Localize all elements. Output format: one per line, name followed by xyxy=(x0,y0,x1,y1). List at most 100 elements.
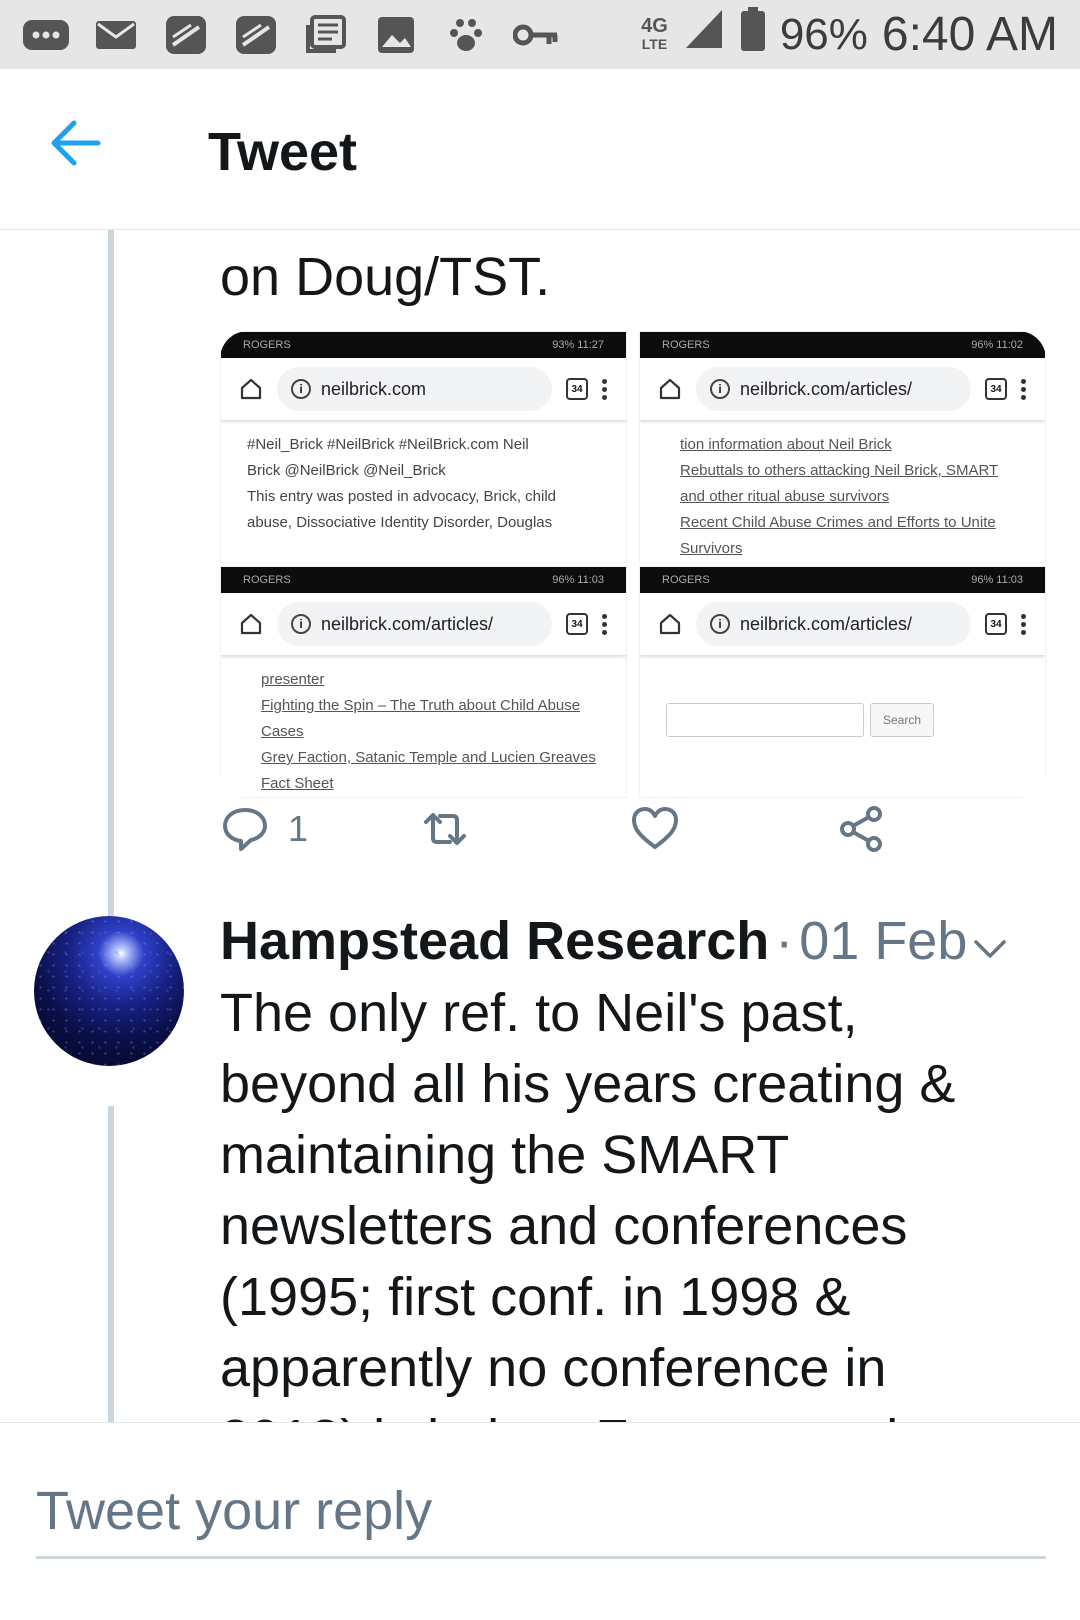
tweet-options-button[interactable] xyxy=(968,926,1012,970)
screenshot-text: This entry was posted in advocacy, Brick… xyxy=(247,488,557,505)
screenshot-content: tion information about Neil Brick Rebutta… xyxy=(640,420,1045,562)
url-text: neilbrick.com xyxy=(321,378,427,399)
thread-connector xyxy=(108,1106,114,1471)
tab-count: 34 xyxy=(566,613,588,635)
page-title: Tweet xyxy=(208,122,358,182)
screenshot-search-form: Search xyxy=(666,703,1019,737)
blackberry-icon xyxy=(232,15,280,55)
reply-input[interactable] xyxy=(36,1465,1046,1559)
battery-level: 96% xyxy=(779,9,868,59)
screenshot-content: presenter Fighting the Spin – The Truth a… xyxy=(221,655,626,797)
screenshot-status-bar: ROGERS 96% 11:02 xyxy=(640,332,1045,358)
retweet-icon xyxy=(424,813,466,845)
tweet-image[interactable]: ROGERS 93% 11:27 i neilbrick.com 34 #Neil_Bri… xyxy=(220,331,627,563)
screenshot-link: Cases xyxy=(261,723,304,740)
home-icon xyxy=(240,613,262,635)
share-button[interactable] xyxy=(836,804,886,854)
info-icon: i xyxy=(710,614,730,634)
screenshot-carrier: ROGERS xyxy=(662,574,710,586)
screenshot-url: i neilbrick.com/articles/ xyxy=(277,602,552,646)
tab-count: 34 xyxy=(985,378,1007,400)
screenshot-link: Fact Sheet xyxy=(261,775,334,792)
screenshot-search-button: Search xyxy=(870,703,934,737)
screenshot-status-bar: ROGERS 96% 11:03 xyxy=(640,567,1045,593)
like-button[interactable] xyxy=(630,804,680,854)
heart-icon xyxy=(632,807,678,849)
screenshot-link: tion information about Neil Brick xyxy=(680,436,892,453)
kebab-menu-icon xyxy=(1021,378,1027,400)
screenshot-carrier: ROGERS xyxy=(243,574,291,586)
kebab-menu-icon xyxy=(1021,613,1027,635)
thread-connector xyxy=(108,230,114,920)
screenshot-status-bar: ROGERS 93% 11:27 xyxy=(221,332,626,358)
screenshot-text: Brick @NeilBrick @Neil_Brick xyxy=(247,462,446,479)
battery-icon xyxy=(740,7,766,62)
screenshot-link: Survivors xyxy=(680,540,743,557)
more-icon xyxy=(22,15,70,55)
kebab-menu-icon xyxy=(602,378,608,400)
screenshot-url: i neilbrick.com/articles/ xyxy=(696,367,971,411)
network-indicator: 4G LTE xyxy=(641,14,668,53)
screenshot-text: abuse, Dissociative Identity Disorder, D… xyxy=(247,514,553,531)
screenshot-url: i neilbrick.com/articles/ xyxy=(696,602,971,646)
screenshot-link: presenter xyxy=(261,671,325,688)
arrow-left-icon xyxy=(51,120,101,166)
screenshot-battery-time: 96% 11:02 xyxy=(971,339,1023,351)
screenshot-battery-time: 93% 11:27 xyxy=(552,339,604,351)
back-button[interactable] xyxy=(50,119,114,179)
chevron-down-icon xyxy=(974,940,1006,958)
status-bar: 4G LTE 96% 6:40 AM xyxy=(0,0,1080,69)
tweet-image[interactable]: ROGERS 96% 11:03 i neilbrick.com/articles/3… xyxy=(639,566,1046,798)
screenshot-url-bar: i neilbrick.com/articles/34 xyxy=(221,593,626,655)
avatar[interactable] xyxy=(34,916,184,1066)
separator: · xyxy=(775,911,794,971)
home-icon xyxy=(240,378,262,400)
tweet-image[interactable]: ROGERS 96% 11:03 i neilbrick.com/articles/3… xyxy=(220,566,627,798)
screenshot-link: Recent Child Abuse Crimes and Efforts to… xyxy=(680,514,996,531)
news-icon xyxy=(302,14,350,55)
image-icon xyxy=(372,15,420,55)
home-icon xyxy=(659,613,681,635)
reply-button[interactable]: 1 xyxy=(220,804,308,854)
screenshot-text: #Neil_Brick #NeilBrick #NeilBrick.com Ne… xyxy=(247,436,529,453)
tab-count: 34 xyxy=(566,378,588,400)
tweet-text: The only ref. to Neil's past, beyond all… xyxy=(220,983,956,1423)
network-type: 4G xyxy=(641,14,668,37)
info-icon: i xyxy=(710,379,730,399)
tab-count: 34 xyxy=(985,613,1007,635)
screenshot-url: i neilbrick.com xyxy=(277,367,552,411)
screenshot-url-bar: i neilbrick.com 34 xyxy=(221,358,626,420)
screenshot-battery-time: 96% 11:03 xyxy=(971,574,1023,586)
clock: 6:40 AM xyxy=(881,8,1058,61)
tweet-actions: 1 xyxy=(220,800,920,880)
screenshot-carrier: ROGERS xyxy=(243,339,291,351)
key-icon xyxy=(512,15,560,55)
tweet-date: 01 Feb xyxy=(799,911,968,971)
url-text: neilbrick.com/articles/ xyxy=(740,613,913,634)
screenshot-link: Fighting the Spin – The Truth about Chil… xyxy=(261,697,581,714)
mail-icon xyxy=(92,15,140,55)
tweet-text: on Doug/TST. xyxy=(220,247,551,307)
info-icon: i xyxy=(291,614,311,634)
screenshot-search-box xyxy=(666,703,864,737)
author-name[interactable]: Hampstead Research xyxy=(220,910,769,972)
screenshot-link: Rebuttals to others attacking Neil Brick… xyxy=(680,462,999,479)
tweet-header: Hampstead Research · 01 Feb xyxy=(220,910,967,972)
url-text: neilbrick.com/articles/ xyxy=(740,378,913,399)
screenshot-link: Grey Faction, Satanic Temple and Lucien … xyxy=(261,749,596,766)
paw-icon xyxy=(442,15,490,55)
tweet-media-grid: ROGERS 93% 11:27 i neilbrick.com 34 #Neil_Bri… xyxy=(220,331,1046,798)
share-icon xyxy=(840,806,882,852)
network-sub: LTE xyxy=(641,35,668,52)
blackberry-icon xyxy=(162,15,210,55)
screenshot-content: Search xyxy=(640,655,1045,749)
screenshot-link: and other ritual abuse survivors xyxy=(680,488,890,505)
tweet-image[interactable]: ROGERS 96% 11:02 i neilbrick.com/articles/3… xyxy=(639,331,1046,563)
screenshot-url-bar: i neilbrick.com/articles/34 xyxy=(640,358,1045,420)
comment-icon xyxy=(223,808,267,851)
kebab-menu-icon xyxy=(602,613,608,635)
screenshot-carrier: ROGERS xyxy=(662,339,710,351)
reply-count: 1 xyxy=(288,808,309,849)
retweet-button[interactable] xyxy=(420,804,470,854)
screenshot-url-bar: i neilbrick.com/articles/34 xyxy=(640,593,1045,655)
